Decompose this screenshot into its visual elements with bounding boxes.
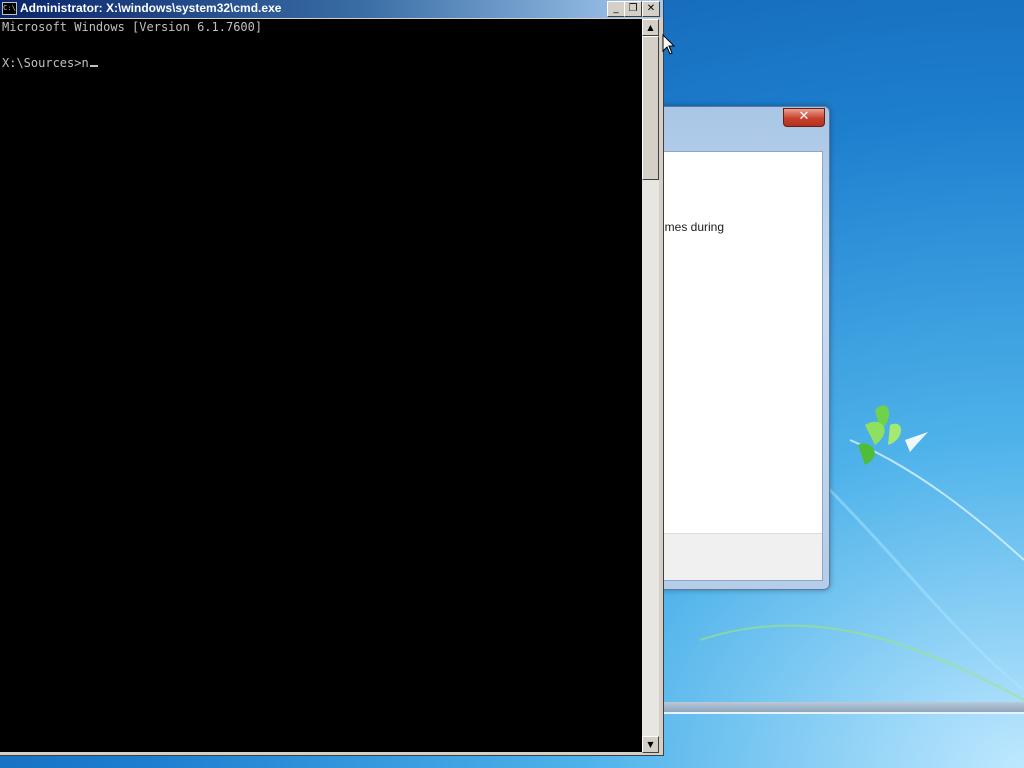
setup-footer <box>646 533 822 580</box>
cmd-titlebar[interactable]: C:\ Administrator: X:\windows\system32\c… <box>0 0 663 18</box>
mouse-pointer-icon <box>662 34 676 55</box>
console-output[interactable]: Microsoft Windows [Version 6.1.7600] X:\… <box>0 19 642 752</box>
desktop-strip-highlight <box>664 712 1024 714</box>
bird-icon <box>905 432 928 452</box>
scroll-up-button[interactable]: ▲ <box>642 19 659 36</box>
setup-content-panel: imes during <box>645 151 823 581</box>
cmd-window[interactable]: C:\ Administrator: X:\windows\system32\c… <box>0 0 664 756</box>
setup-partial-text: imes during <box>662 220 725 234</box>
minimize-button[interactable]: _ <box>607 1 625 17</box>
console-line: Microsoft Windows [Version 6.1.7600] <box>2 20 263 34</box>
close-button[interactable]: ✕ <box>642 1 660 17</box>
restore-button[interactable]: ❐ <box>624 1 642 17</box>
console-prompt-line[interactable]: X:\Sources>n <box>2 56 98 70</box>
text-cursor <box>89 65 98 67</box>
desktop-strip <box>664 702 1024 712</box>
scroll-thumb[interactable] <box>642 36 659 180</box>
cmd-title: Administrator: X:\windows\system32\cmd.e… <box>20 1 282 15</box>
console-prompt-text: X:\Sources>n <box>2 56 89 70</box>
leaf-logo-icon <box>858 405 902 465</box>
scroll-down-button[interactable]: ▼ <box>642 736 659 753</box>
setup-window[interactable]: ✕ imes during <box>640 106 830 590</box>
setup-close-button[interactable]: ✕ <box>783 108 825 127</box>
cmd-icon[interactable]: C:\ <box>2 2 17 15</box>
vertical-scrollbar[interactable]: ▲ ▼ <box>642 19 659 753</box>
